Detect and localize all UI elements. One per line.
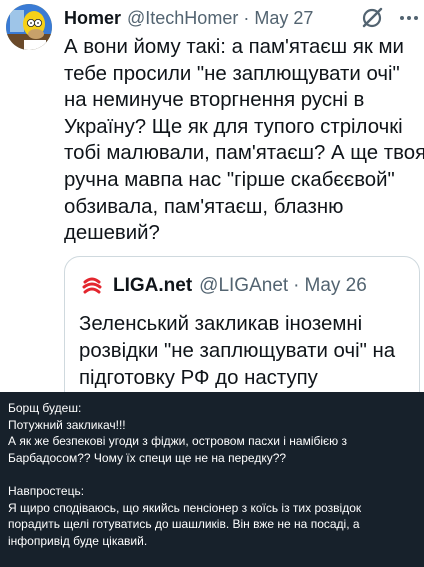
- tweet-body-line: обзивала, пам'ятаєш, блазню: [64, 195, 344, 218]
- quoted-body-line: Зеленський закликав іноземні: [79, 313, 363, 335]
- tweet-body-line: ручна мавпа нас "гірше скабєєвой": [64, 168, 395, 191]
- tweet-body-line: дешевий?: [64, 222, 160, 245]
- tweet[interactable]: Homer @ItechHomer · May 27 А вони йому т…: [0, 0, 424, 416]
- tweet-date[interactable]: May 27: [254, 8, 313, 29]
- liga-logo-icon[interactable]: [79, 273, 105, 299]
- caption-line: Я щиро сподіваюсь, що якийсь пенсіонер з…: [8, 500, 362, 515]
- tweet-body-line: Україну? Ще як для тупого стрілочкі: [64, 115, 403, 138]
- quoted-tweet-header: LIGA.net @LIGAnet · May 26: [79, 271, 367, 301]
- caption-line: Потужний закликач!!!: [8, 417, 126, 432]
- tweet-body-line: А вони йому такі: а пам'ятаєш як ми: [64, 36, 404, 58]
- quoted-body-line: розвідки "не заплющувати очі" на: [79, 340, 396, 362]
- more-icon[interactable]: [398, 7, 420, 29]
- caption-line: порадить щелі готуватись до шашликів. Ві…: [8, 517, 360, 532]
- caption-line: А як же безпекові угоди з фіджи, острово…: [8, 434, 347, 449]
- tweet-header: Homer @ItechHomer · May 27: [64, 6, 313, 30]
- caption-line: Навпростець:: [8, 483, 85, 498]
- quoted-tweet-body: Зеленський закликав іноземні розвідки "н…: [79, 311, 409, 392]
- tweet-body-line: на неминуче вторгнення русні в: [64, 89, 365, 112]
- caption-line: Борщ будеш:: [8, 401, 82, 415]
- message-caption: Борщ будеш: Потужний закликач!!! А як же…: [0, 392, 424, 567]
- author-handle[interactable]: @ItechHomer: [127, 8, 238, 29]
- tweet-body: А вони йому такі: а пам'ятаєш як ми тебе…: [64, 34, 424, 247]
- avatar[interactable]: [6, 4, 52, 50]
- separator-dot: ·: [243, 7, 250, 28]
- caption-line: інфопривід буде цікавий.: [8, 533, 148, 548]
- quoted-author-name[interactable]: LIGA.net: [113, 275, 192, 297]
- quoted-tweet-date[interactable]: May 26: [305, 275, 367, 297]
- separator-dot: ·: [293, 275, 300, 296]
- tweet-body-line: тебе просили "не заплющувати очі": [64, 62, 400, 85]
- grok-icon[interactable]: [360, 6, 384, 30]
- author-name[interactable]: Homer: [64, 8, 121, 29]
- quoted-author-handle[interactable]: @LIGAnet: [199, 275, 288, 297]
- quoted-body-line: підготовку РФ до наступу: [79, 367, 318, 389]
- homer-avatar-icon: [6, 4, 52, 50]
- caption-line: Барбадосом?? Чому їх специ ще не на пере…: [8, 450, 287, 465]
- tweet-body-line: тобі малювали, пам'ятаєш? А ще твоя: [64, 142, 424, 165]
